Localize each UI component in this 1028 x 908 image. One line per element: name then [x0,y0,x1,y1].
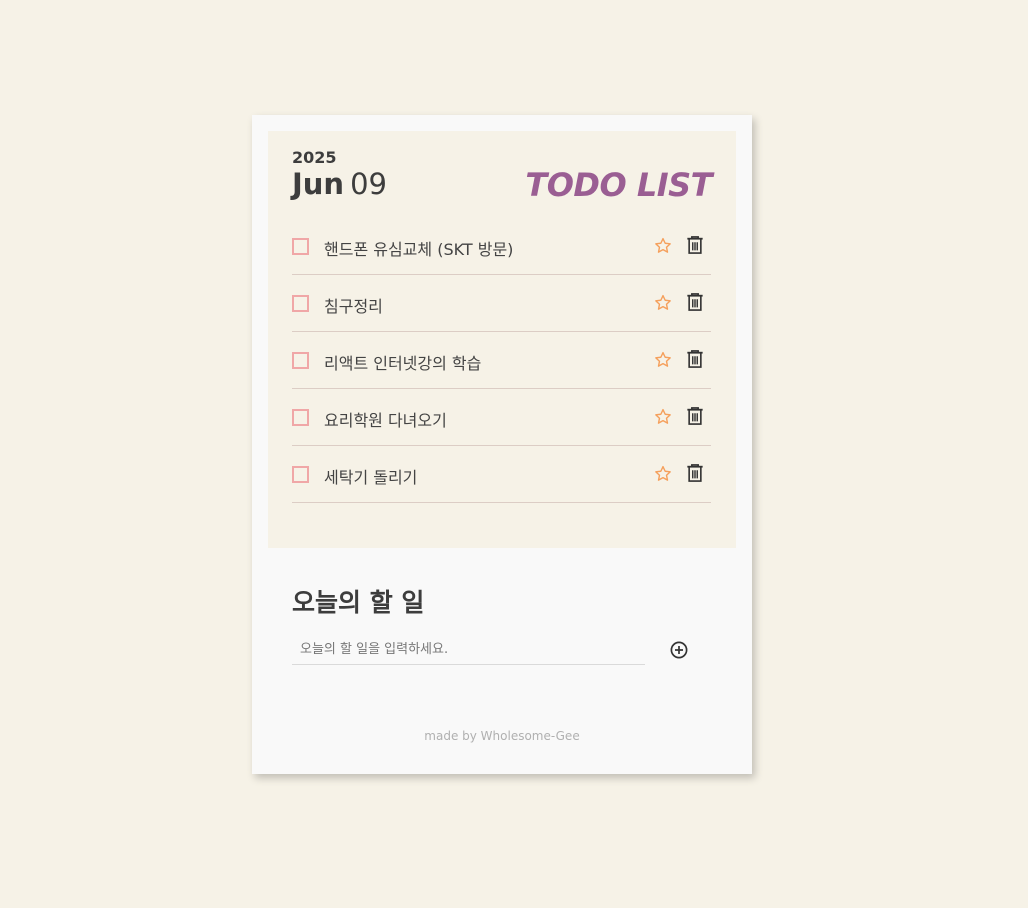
todo-checkbox[interactable] [292,295,309,312]
star-icon[interactable] [653,236,673,256]
app-title: TODO LIST [525,166,712,204]
day-label: 09 [350,167,387,201]
star-icon[interactable] [653,350,673,370]
todo-card: 2025 Jun 09 TODO LIST 핸드폰 유심교체 (SKT 방문) 침… [252,115,752,774]
todo-item: 요리학원 다녀오기 [292,389,711,446]
todo-checkbox[interactable] [292,352,309,369]
trash-icon[interactable] [686,349,704,369]
add-task-title: 오늘의 할 일 [292,588,425,617]
todo-item: 리액트 인터넷강의 학습 [292,332,711,389]
trash-icon[interactable] [686,463,704,483]
year-label: 2025 [292,148,337,167]
trash-icon[interactable] [686,292,704,312]
month-label: Jun [292,167,345,201]
trash-icon[interactable] [686,406,704,426]
todo-list-panel: 2025 Jun 09 TODO LIST 핸드폰 유심교체 (SKT 방문) 침… [268,131,736,548]
todo-text: 핸드폰 유심교체 (SKT 방문) [324,240,514,259]
todo-checkbox[interactable] [292,409,309,426]
todo-checkbox[interactable] [292,238,309,255]
trash-icon[interactable] [686,235,704,255]
todo-text: 리액트 인터넷강의 학습 [324,354,482,373]
todo-item: 핸드폰 유심교체 (SKT 방문) [292,218,711,275]
todo-item: 침구정리 [292,275,711,332]
footer-credit: made by Wholesome-Gee [424,729,580,743]
star-icon[interactable] [653,407,673,427]
star-icon[interactable] [653,464,673,484]
todo-text: 요리학원 다녀오기 [324,411,447,430]
plus-circle-icon[interactable] [668,639,690,661]
task-input[interactable] [292,635,645,665]
star-icon[interactable] [653,293,673,313]
todo-text: 침구정리 [324,297,383,316]
todo-item: 세탁기 돌리기 [292,446,711,503]
date-label: Jun 09 [292,167,387,201]
todo-text: 세탁기 돌리기 [324,468,418,487]
todo-checkbox[interactable] [292,466,309,483]
todo-list: 핸드폰 유심교체 (SKT 방문) 침구정리 리액트 인터넷강의 학습 요리학원… [292,218,711,503]
